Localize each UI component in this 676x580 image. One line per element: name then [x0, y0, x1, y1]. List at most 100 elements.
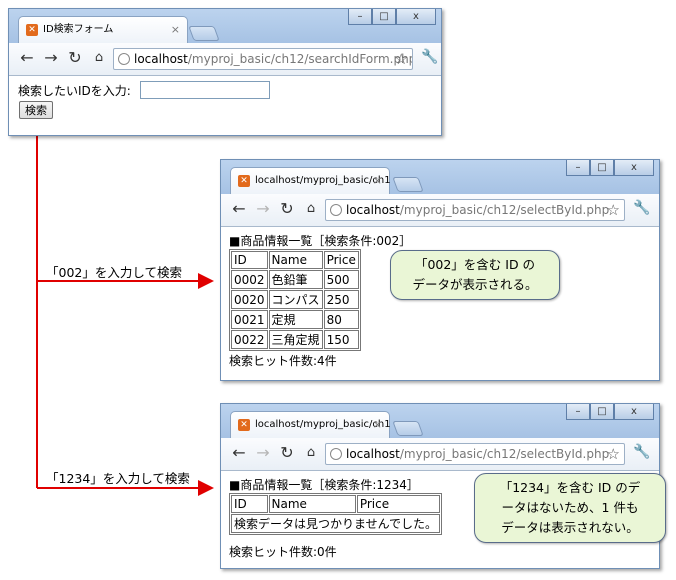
table-header-row: ID Name Price: [231, 251, 359, 269]
column-header: Price: [356, 495, 441, 513]
browser-tab[interactable]: ✕ localhost/myproj_basic/ch1 ×: [230, 411, 391, 438]
tab-title: localhost/myproj_basic/ch1: [255, 175, 391, 186]
xampp-favicon-icon: ✕: [26, 24, 38, 36]
table-cell: 定規: [268, 310, 323, 329]
callout-text-line: ータはないため、1 件も: [501, 500, 639, 515]
xampp-favicon-icon: ✕: [238, 419, 250, 431]
maximize-icon[interactable]: □: [590, 160, 614, 176]
new-tab-button[interactable]: [188, 26, 220, 41]
table-cell: コンパス: [268, 290, 323, 309]
table-cell: 色鉛筆: [268, 270, 323, 289]
table-header-row: ID Name Price: [231, 495, 441, 513]
arrow-to-result-002: [36, 122, 212, 488]
page-content: 検索したいIDを入力: 検索: [9, 76, 441, 135]
maximize-icon[interactable]: □: [590, 404, 614, 420]
callout-text-line: 「1234」を含む ID のデ: [499, 480, 641, 495]
close-icon[interactable]: x: [614, 160, 654, 176]
back-arrow-icon[interactable]: ←: [17, 48, 37, 68]
browser-toolbar: ← → ↻ ⌂ localhost/myproj_basic/ch12/sele…: [221, 438, 659, 471]
back-arrow-icon[interactable]: ←: [229, 443, 249, 463]
result-table: ID Name Price 0002 色鉛筆 500 0020 コンパス 250…: [229, 249, 361, 351]
annotation-label-002: 「002」を入力して検索: [46, 265, 182, 280]
maximize-icon[interactable]: □: [372, 9, 396, 25]
star-icon[interactable]: ☆: [395, 49, 408, 69]
window-controls: – □ x: [566, 160, 654, 177]
url-host: localhost: [134, 52, 188, 66]
browser-toolbar: ← → ↻ ⌂ localhost/myproj_basic/ch12/sear…: [9, 43, 441, 76]
callout-1234: 「1234」を含む ID のデ ータはないため、1 件も データは表示されない。: [474, 473, 666, 543]
browser-toolbar: ← → ↻ ⌂ localhost/myproj_basic/ch12/sele…: [221, 194, 659, 227]
tab-close-icon[interactable]: ×: [373, 168, 382, 194]
table-cell: 150: [323, 330, 359, 349]
tab-title: ID検索フォーム: [43, 24, 114, 35]
tab-close-icon[interactable]: ×: [373, 412, 382, 438]
reload-icon[interactable]: ↻: [277, 443, 297, 463]
table-row: 0021 定規 80: [231, 310, 359, 329]
table-cell: 0020: [231, 290, 268, 309]
globe-icon: [330, 204, 342, 216]
address-bar[interactable]: localhost/myproj_basic/ch12/selectById.p…: [325, 199, 625, 221]
callout-002: 「002」を含む ID の データが表示される。: [390, 250, 560, 300]
url-host: localhost: [346, 447, 400, 461]
table-cell: 500: [323, 270, 359, 289]
result-heading: ■商品情報一覧［検索条件:1234］: [229, 478, 419, 492]
callout-text-line: データは表示されない。: [501, 520, 639, 535]
address-bar[interactable]: localhost/myproj_basic/ch12/selectById.p…: [325, 443, 625, 465]
reload-icon[interactable]: ↻: [65, 48, 85, 68]
globe-icon: [118, 53, 130, 65]
table-cell: 0002: [231, 270, 268, 289]
browser-tab[interactable]: ✕ ID検索フォーム ×: [18, 16, 188, 43]
globe-icon: [330, 448, 342, 460]
close-icon[interactable]: x: [396, 9, 436, 25]
table-cell: 0021: [231, 310, 268, 329]
column-header: Name: [268, 251, 323, 269]
home-icon[interactable]: ⌂: [301, 443, 321, 463]
window-titlebar: ✕ localhost/myproj_basic/ch1 × – □ x: [221, 160, 659, 194]
column-header: ID: [231, 251, 268, 269]
minimize-icon[interactable]: –: [566, 160, 590, 176]
table-cell: 250: [323, 290, 359, 309]
wrench-icon[interactable]: 🔧: [633, 444, 650, 460]
search-button[interactable]: 検索: [19, 101, 53, 119]
window-titlebar: ✕ localhost/myproj_basic/ch1 × – □ x: [221, 404, 659, 438]
tab-title: localhost/myproj_basic/ch1: [255, 419, 391, 430]
wrench-icon[interactable]: 🔧: [633, 200, 650, 216]
forward-arrow-icon[interactable]: →: [41, 48, 61, 68]
browser-window-search-form: ✕ ID検索フォーム × – □ x ← → ↻ ⌂ localhost/myp…: [8, 8, 442, 136]
minimize-icon[interactable]: –: [566, 404, 590, 420]
table-cell: 80: [323, 310, 359, 329]
url-path: /myproj_basic/ch12/selectById.php: [399, 203, 610, 217]
browser-tab[interactable]: ✕ localhost/myproj_basic/ch1 ×: [230, 167, 391, 194]
window-controls: – □ x: [566, 404, 654, 421]
home-icon[interactable]: ⌂: [89, 48, 109, 68]
id-search-input[interactable]: [140, 81, 270, 99]
table-row: 検索データは見つかりませんでした。: [231, 514, 441, 533]
table-cell: 三角定規: [268, 330, 323, 349]
star-icon[interactable]: ☆: [607, 444, 620, 464]
address-bar[interactable]: localhost/myproj_basic/ch12/searchIdForm…: [113, 48, 413, 70]
table-row: 0022 三角定規 150: [231, 330, 359, 349]
url-path: /myproj_basic/ch12/selectById.php: [399, 447, 610, 461]
close-icon[interactable]: x: [614, 404, 654, 420]
back-arrow-icon[interactable]: ←: [229, 199, 249, 219]
column-header: ID: [231, 495, 268, 513]
new-tab-button[interactable]: [392, 421, 424, 436]
url-path: /myproj_basic/ch12/searchIdForm.php: [187, 52, 413, 66]
reload-icon[interactable]: ↻: [277, 199, 297, 219]
table-row: 0002 色鉛筆 500: [231, 270, 359, 289]
column-header: Price: [323, 251, 359, 269]
hit-count: 検索ヒット件数:0件: [229, 545, 337, 559]
new-tab-button[interactable]: [392, 177, 424, 192]
window-controls: – □ x: [348, 9, 436, 26]
home-icon[interactable]: ⌂: [301, 199, 321, 219]
forward-arrow-icon[interactable]: →: [253, 199, 273, 219]
forward-arrow-icon[interactable]: →: [253, 443, 273, 463]
window-titlebar: ✕ ID検索フォーム × – □ x: [9, 9, 441, 43]
star-icon[interactable]: ☆: [607, 200, 620, 220]
hit-count: 検索ヒット件数:4件: [229, 354, 337, 368]
minimize-icon[interactable]: –: [348, 9, 372, 25]
column-header: Name: [268, 495, 356, 513]
wrench-icon[interactable]: 🔧: [421, 49, 438, 65]
tab-close-icon[interactable]: ×: [171, 17, 180, 43]
table-cell: 0022: [231, 330, 268, 349]
